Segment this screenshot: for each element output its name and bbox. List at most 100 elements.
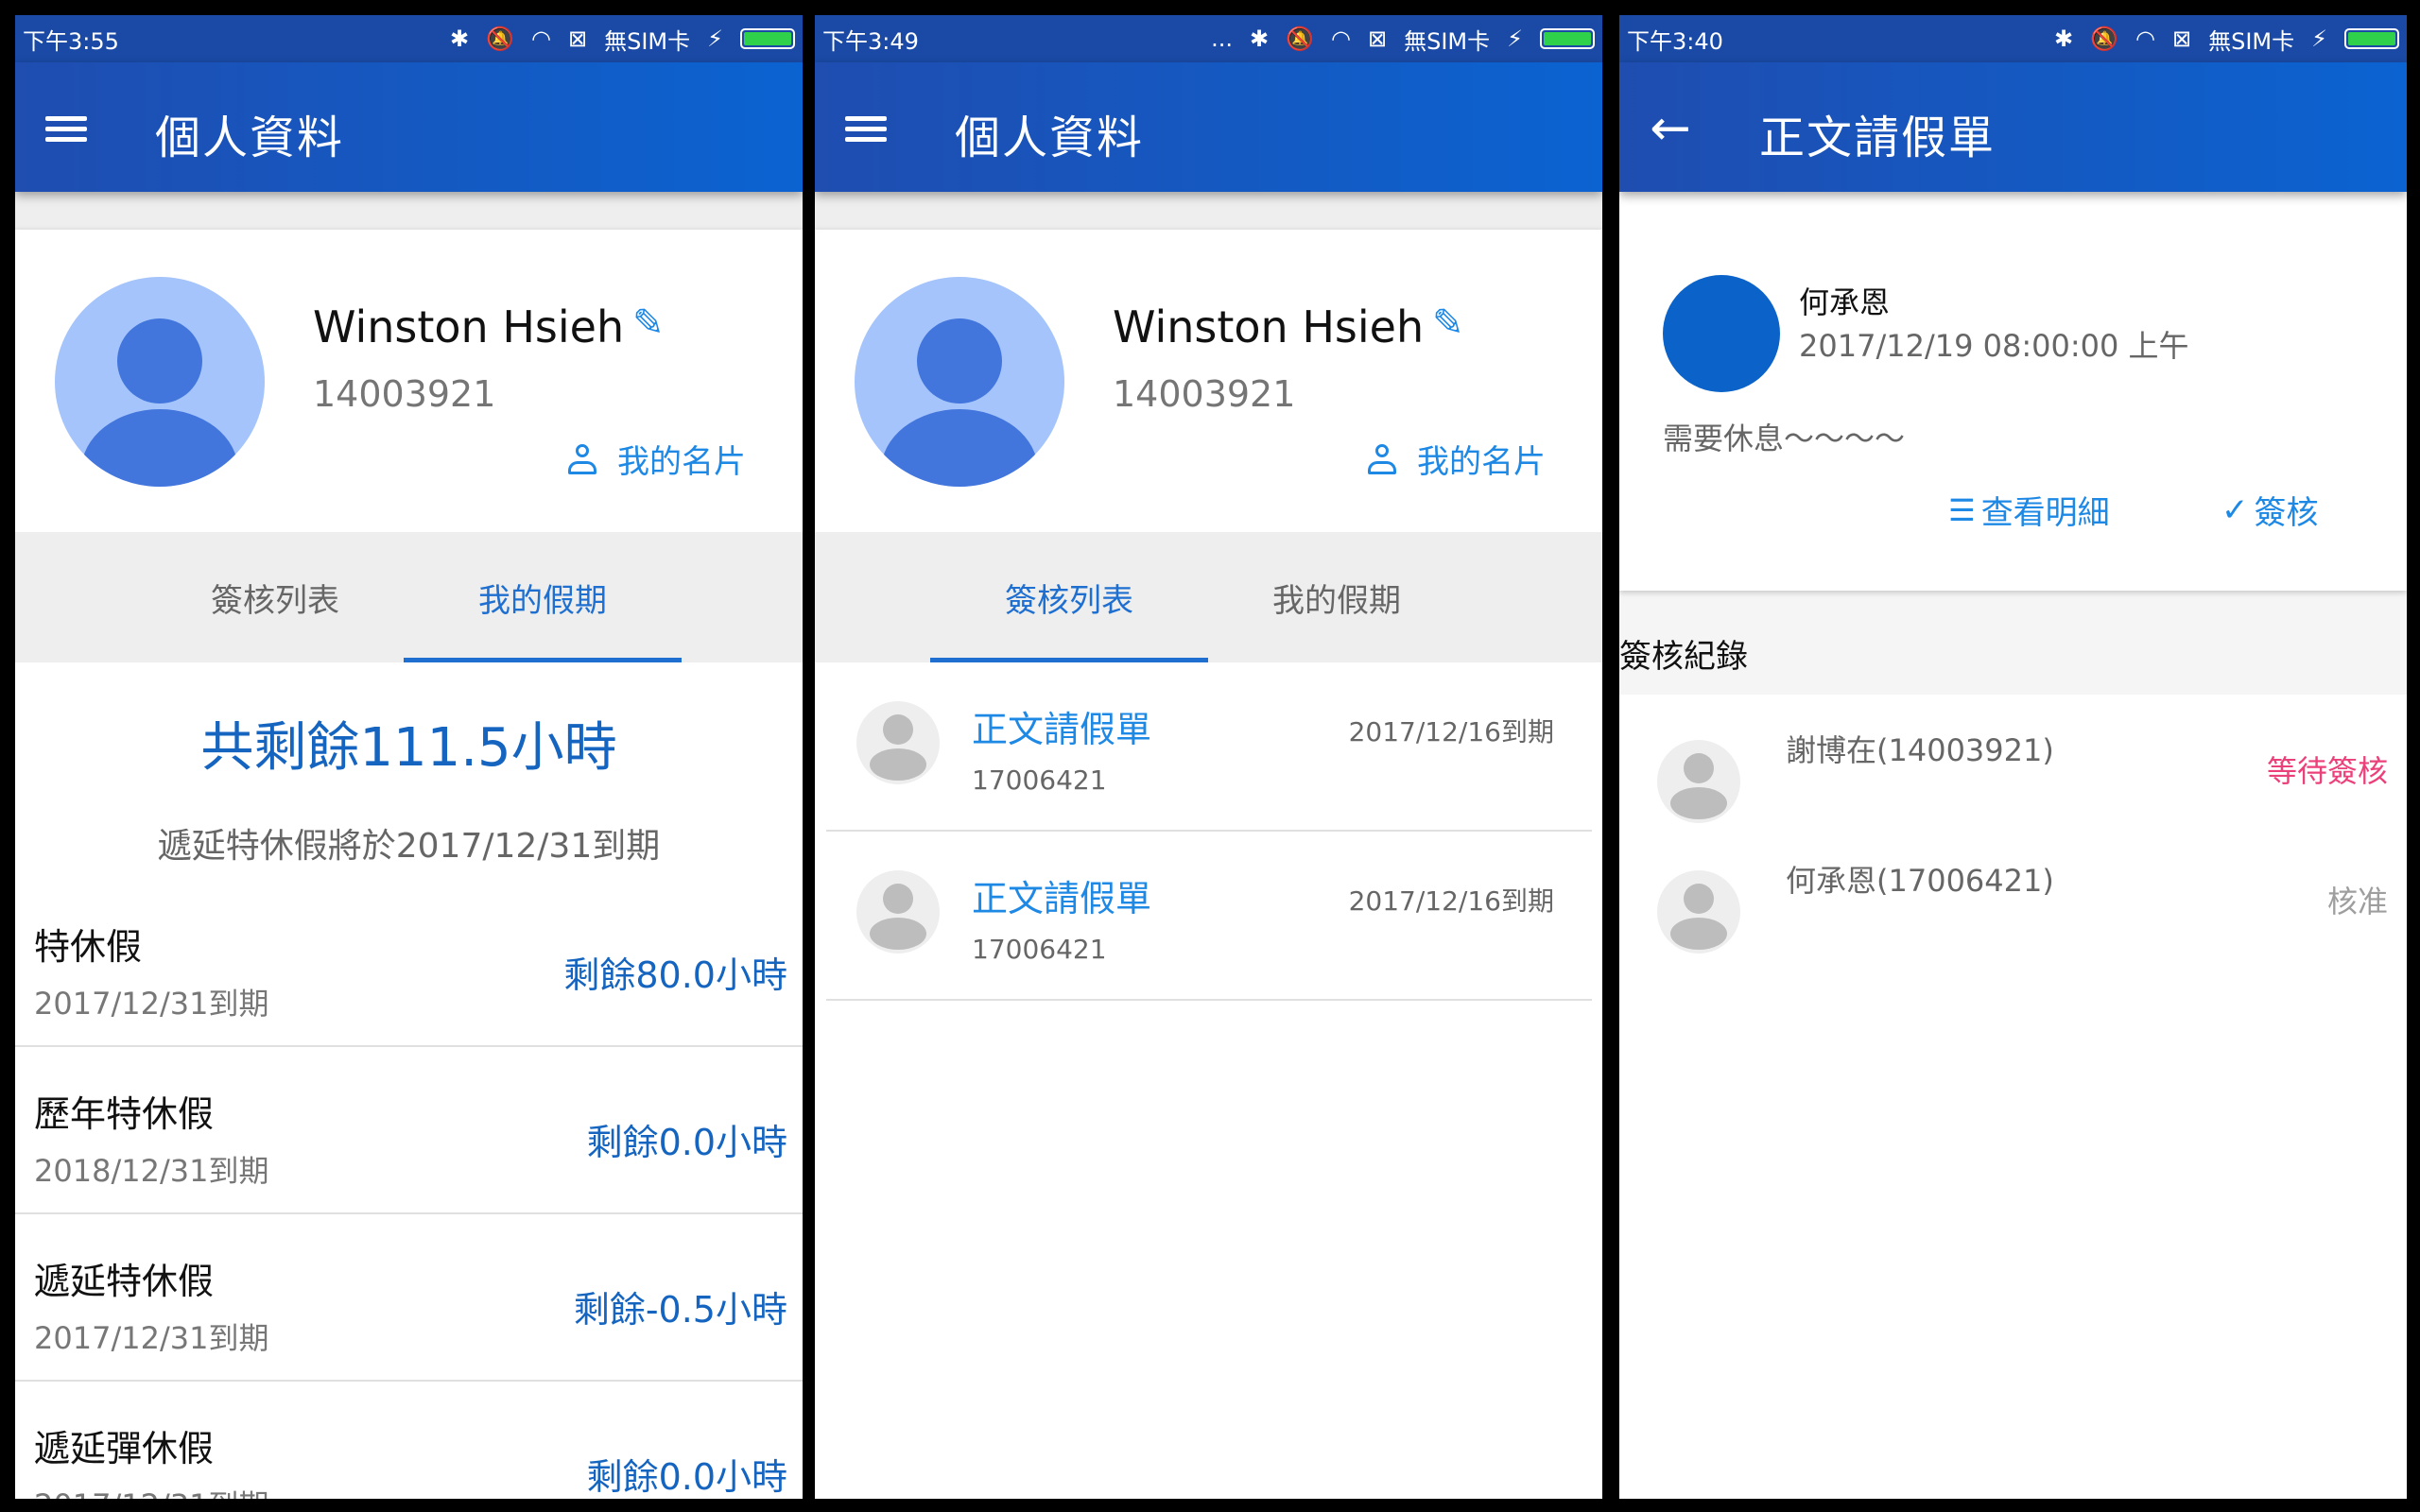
request-id: 17006421 — [972, 765, 1107, 796]
profile-card: Winston Hsieh ✎ 14003921 我的名片 — [815, 230, 1602, 532]
status-time: 下午3:55 — [23, 27, 119, 55]
avatar — [1657, 740, 1740, 823]
status-bar: 下午3:55 ✱ 🔕 ◠ ⊠ 無SIM卡 ⚡ — [15, 15, 803, 62]
profile-name: Winston Hsieh — [1113, 301, 1425, 352]
list-item[interactable]: 遞延特休假 2017/12/31到期 剩餘-0.5小時 — [15, 1214, 803, 1382]
applicant-name: 何承恩 — [1799, 284, 1891, 320]
list-item[interactable]: 歷年特休假 2018/12/31到期 剩餘0.0小時 — [15, 1047, 803, 1214]
tab-approval-list[interactable]: 簽核列表 — [136, 532, 414, 662]
battery-icon — [2344, 28, 2399, 49]
profile-name: Winston Hsieh — [313, 301, 625, 352]
avatar — [1657, 870, 1740, 954]
carrier-label: 無SIM卡 — [1404, 27, 1491, 55]
view-detail-label: 查看明細 — [1980, 494, 2110, 532]
battery-icon — [1540, 28, 1595, 49]
bluetooth-icon: ✱ — [2054, 26, 2074, 52]
silent-icon: 🔕 — [486, 26, 515, 52]
tab-bar: 簽核列表 我的假期 — [815, 532, 1602, 662]
silent-icon: 🔕 — [1286, 26, 1315, 52]
menu-icon[interactable] — [828, 91, 904, 166]
my-card-label: 我的名片 — [1417, 443, 1546, 481]
list-item[interactable]: 特休假 2017/12/31到期 剩餘80.0小時 — [15, 880, 803, 1047]
leave-name: 遞延彈休假 — [34, 1428, 215, 1469]
bluetooth-icon: ✱ — [1250, 26, 1270, 52]
charging-icon: ⚡ — [707, 26, 723, 52]
avatar — [55, 277, 265, 487]
tab-bar: 簽核列表 我的假期 — [15, 532, 803, 662]
leave-name: 特休假 — [34, 926, 143, 968]
profile-id: 14003921 — [313, 373, 496, 415]
tab-approval-list[interactable]: 簽核列表 — [930, 532, 1208, 662]
charging-icon: ⚡ — [2311, 26, 2327, 52]
no-sim-icon: ⊠ — [2172, 26, 2192, 52]
request-reason: 需要休息～～～～ — [1663, 421, 1906, 456]
request-card: 何承恩 2017/12/19 08:00:00 上午 需要休息～～～～ ☰ 查看… — [1619, 192, 2407, 591]
tab-my-leave[interactable]: 我的假期 — [1198, 532, 1476, 662]
main-content: Winston Hsieh ✎ 14003921 我的名片 簽核列表 我的假期 … — [815, 192, 1602, 1499]
charging-icon: ⚡ — [1507, 26, 1523, 52]
status-badge: 核准 — [2326, 884, 2388, 919]
app-bar: 個人資料 — [15, 62, 803, 192]
approver-name: 何承恩(17006421) — [1786, 863, 2054, 899]
leave-expiry: 2017/12/31到期 — [34, 1320, 269, 1356]
person-icon — [568, 443, 596, 474]
leave-expiry: 2017/12/31到期 — [34, 1482, 268, 1499]
leave-remaining: 剩餘0.0小時 — [586, 1456, 787, 1498]
silent-icon: 🔕 — [2090, 26, 2119, 52]
view-detail-button[interactable]: ☰ 查看明細 — [1948, 487, 2110, 533]
no-sim-icon: ⊠ — [1368, 26, 1388, 52]
approver-name: 謝博在(14003921) — [1786, 732, 2054, 768]
leave-remaining: 剩餘0.0小時 — [586, 1122, 787, 1163]
carrier-label: 無SIM卡 — [2208, 27, 2295, 55]
no-sim-icon: ⊠ — [568, 26, 588, 52]
list-item[interactable]: 正文請假單 17006421 2017/12/16到期 — [826, 662, 1592, 832]
leave-name: 遞延特休假 — [34, 1261, 215, 1302]
carrier-label: 無SIM卡 — [604, 27, 691, 55]
list-item[interactable]: 正文請假單 17006421 2017/12/16到期 — [826, 832, 1592, 1001]
edit-icon[interactable]: ✎ — [1432, 301, 1464, 345]
request-title: 正文請假單 — [972, 709, 1152, 750]
status-time: 下午3:49 — [822, 27, 919, 55]
main-content: Winston Hsieh ✎ 14003921 我的名片 簽核列表 我的假期 … — [15, 192, 803, 1499]
request-datetime: 2017/12/19 08:00:00 上午 — [1799, 328, 2189, 364]
request-id: 17006421 — [972, 934, 1107, 965]
main-content: 何承恩 2017/12/19 08:00:00 上午 需要休息～～～～ ☰ 查看… — [1619, 192, 2407, 1499]
leave-remaining: 剩餘-0.5小時 — [573, 1289, 787, 1331]
wifi-icon: ◠ — [1331, 26, 1351, 52]
expiry-note: 遞延特休假將於2017/12/31到期 — [157, 827, 661, 866]
tab-my-leave[interactable]: 我的假期 — [404, 532, 682, 662]
back-arrow-icon[interactable]: ← — [1633, 91, 1708, 166]
app-bar: 個人資料 — [815, 62, 1602, 192]
list-item[interactable]: 遞延彈休假 2017/12/31到期 剩餘0.0小時 — [15, 1382, 803, 1499]
bluetooth-icon: ✱ — [450, 26, 470, 52]
app-bar: ← 正文請假單 — [1619, 62, 2407, 192]
avatar — [855, 277, 1064, 487]
page-title: 正文請假單 — [1759, 112, 1996, 164]
request-due: 2017/12/16到期 — [1348, 885, 1554, 917]
leave-remaining: 剩餘80.0小時 — [563, 954, 787, 996]
menu-icon[interactable] — [28, 91, 104, 166]
screen-leave-detail: 下午3:40 ✱ 🔕 ◠ ⊠ 無SIM卡 ⚡ ← 正文請假單 何承恩 2017/… — [1619, 15, 2407, 1499]
my-card-link[interactable]: 我的名片 — [568, 436, 746, 482]
tab-label: 我的假期 — [1272, 581, 1401, 620]
approve-button[interactable]: ✓ 簽核 — [2221, 487, 2319, 533]
section-header: 簽核紀錄 — [1619, 591, 2407, 695]
tab-label: 我的假期 — [478, 581, 607, 620]
profile-card: Winston Hsieh ✎ 14003921 我的名片 — [15, 230, 803, 532]
status-bar: 下午3:49 ... ✱ 🔕 ◠ ⊠ 無SIM卡 ⚡ — [815, 15, 1602, 62]
my-card-label: 我的名片 — [617, 443, 746, 481]
battery-icon — [740, 28, 795, 49]
my-card-link[interactable]: 我的名片 — [1368, 436, 1546, 482]
request-due: 2017/12/16到期 — [1348, 716, 1554, 747]
profile-id: 14003921 — [1113, 373, 1296, 415]
status-badge: 等待簽核 — [2266, 753, 2388, 789]
tab-label: 簽核列表 — [1005, 581, 1133, 620]
leave-list: 共剩餘111.5小時 遞延特休假將於2017/12/31到期 特休假 2017/… — [15, 662, 803, 1499]
more-notifications-icon: ... — [1211, 26, 1234, 52]
page-title: 個人資料 — [955, 112, 1145, 164]
status-bar: 下午3:40 ✱ 🔕 ◠ ⊠ 無SIM卡 ⚡ — [1619, 15, 2407, 62]
approve-label: 簽核 — [2254, 494, 2319, 532]
edit-icon[interactable]: ✎ — [632, 301, 665, 345]
leave-name: 歷年特休假 — [34, 1093, 215, 1135]
avatar — [856, 870, 940, 954]
